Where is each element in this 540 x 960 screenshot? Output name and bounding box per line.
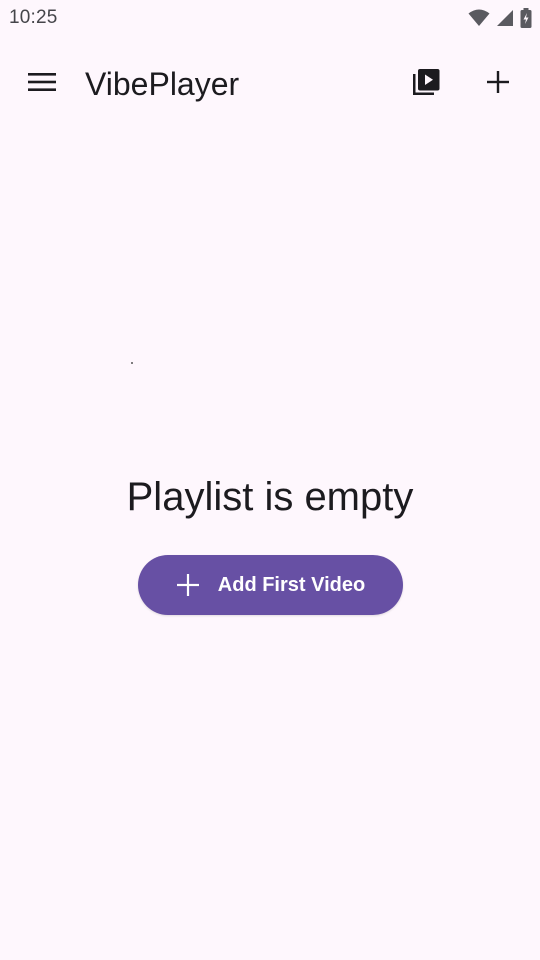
empty-playlist-title: Playlist is empty (126, 475, 414, 519)
status-time: 10:25 (9, 7, 58, 28)
wifi-icon (468, 9, 490, 27)
status-bar: 10:25 (0, 0, 540, 36)
plus-icon (485, 69, 511, 100)
empty-state: Playlist is empty (0, 470, 540, 524)
add-first-video-button[interactable]: Add First Video (138, 555, 403, 615)
hamburger-menu-icon (27, 71, 57, 98)
status-icons (468, 7, 532, 29)
plus-icon (176, 573, 200, 597)
signal-icon (496, 9, 514, 27)
add-first-video-label: Add First Video (217, 573, 366, 596)
app-title: VibePlayer (85, 66, 240, 102)
top-app-bar: VibePlayer (0, 48, 540, 120)
video-library-icon (410, 66, 442, 103)
speck (131, 362, 133, 364)
battery-charging-icon (520, 8, 532, 28)
playlist-button[interactable] (402, 60, 450, 108)
menu-button[interactable] (18, 60, 66, 108)
add-video-button[interactable] (474, 60, 522, 108)
